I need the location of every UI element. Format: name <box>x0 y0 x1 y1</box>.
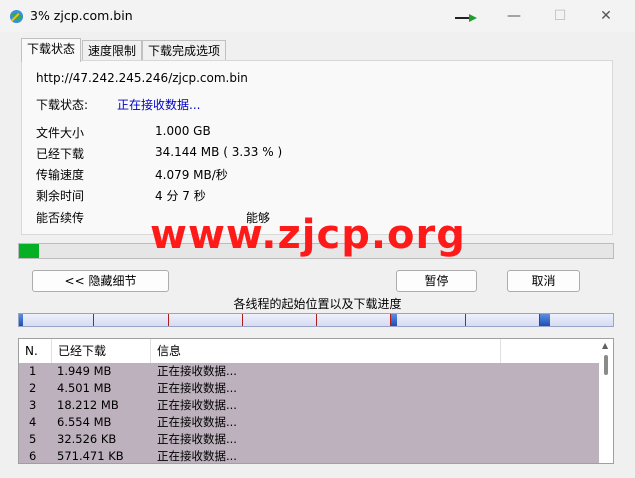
row-downloaded: 1.949 MB <box>57 364 112 378</box>
progress-fill <box>19 244 39 258</box>
minimize-button[interactable]: — <box>491 0 537 32</box>
row-number: 6 <box>29 449 37 463</box>
thread-segment-divider <box>93 314 95 326</box>
threads-label: 各线程的起始位置以及下载进度 <box>233 297 402 311</box>
resume-label: 能否续传 <box>36 211 85 225</box>
app-globe-icon <box>9 9 24 24</box>
row-number: 3 <box>29 398 37 412</box>
downloaded-value: 34.144 MB ( 3.33 % ) <box>155 145 283 159</box>
thread-table[interactable]: N. 已经下载 信息 1 1.949 MB 正在接收数据... 2 4.501 … <box>18 338 614 464</box>
thread-segment-progress <box>390 314 397 326</box>
speed-value: 4.079 MB/秒 <box>155 168 228 182</box>
table-row[interactable]: 4 6.554 MB 正在接收数据... <box>19 414 599 431</box>
hide-details-button[interactable]: << 隐藏细节 <box>32 270 169 292</box>
row-info: 正在接收数据... <box>157 415 237 429</box>
row-info: 正在接收数据... <box>157 449 237 463</box>
row-info: 正在接收数据... <box>157 364 237 378</box>
table-row[interactable]: 2 4.501 MB 正在接收数据... <box>19 380 599 397</box>
row-downloaded: 32.526 KB <box>57 432 117 446</box>
thread-segment-divider <box>241 314 243 326</box>
thread-segment-divider <box>464 314 466 326</box>
status-panel: http://47.242.245.246/zjcp.com.bin 下载状态:… <box>21 60 613 235</box>
thread-segment-progress <box>19 314 24 326</box>
title-bar[interactable]: 3% zjcp.com.bin — ☐ ✕ <box>0 0 635 32</box>
tab-download-status[interactable]: 下载状态 <box>21 38 82 62</box>
table-header: N. 已经下载 信息 <box>19 339 599 363</box>
row-info: 正在接收数据... <box>157 432 237 446</box>
row-info: 正在接收数据... <box>157 398 237 412</box>
scroll-up-arrow-icon[interactable]: ▲ <box>602 341 608 350</box>
row-downloaded: 571.471 KB <box>57 449 124 463</box>
download-url: http://47.242.245.246/zjcp.com.bin <box>36 71 248 85</box>
time-left-value: 4 分 7 秒 <box>155 189 206 203</box>
column-header-n[interactable]: N. <box>19 339 52 363</box>
row-number: 2 <box>29 381 37 395</box>
close-button[interactable]: ✕ <box>583 0 629 32</box>
table-row[interactable]: 5 32.526 KB 正在接收数据... <box>19 431 599 448</box>
status-value: 正在接收数据... <box>117 98 201 112</box>
speed-label: 传输速度 <box>36 168 85 182</box>
column-header-downloaded[interactable]: 已经下载 <box>52 339 151 363</box>
threads-progress-bar <box>18 313 614 327</box>
vertical-scrollbar[interactable]: ▲ <box>599 339 613 463</box>
table-row[interactable]: 3 18.212 MB 正在接收数据... <box>19 397 599 414</box>
row-downloaded: 4.501 MB <box>57 381 112 395</box>
file-size-value: 1.000 GB <box>155 124 211 138</box>
status-label: 下载状态: <box>36 98 89 112</box>
downloaded-label: 已经下载 <box>36 147 85 161</box>
scroll-thumb[interactable] <box>604 355 608 375</box>
row-downloaded: 18.212 MB <box>57 398 119 412</box>
tab-completion-options[interactable]: 下载完成选项 <box>142 40 227 61</box>
maximize-button[interactable]: ☐ <box>537 0 583 32</box>
window-title: 3% zjcp.com.bin <box>30 8 133 23</box>
watermark-text: www.zjcp.org <box>150 212 466 258</box>
thread-segment-divider <box>538 314 540 326</box>
row-info: 正在接收数据... <box>157 381 237 395</box>
table-row[interactable]: 1 1.949 MB 正在接收数据... <box>19 363 599 380</box>
cancel-button[interactable]: 取消 <box>507 270 580 292</box>
column-header-extra[interactable] <box>501 339 599 363</box>
column-header-info[interactable]: 信息 <box>151 339 501 363</box>
thread-segment-divider <box>390 314 392 326</box>
tab-speed-limit[interactable]: 速度限制 <box>82 40 143 61</box>
row-number: 5 <box>29 432 37 446</box>
time-left-label: 剩余时间 <box>36 189 85 203</box>
download-arrow-icon <box>455 14 477 22</box>
table-row[interactable]: 6 571.471 KB 正在接收数据... <box>19 448 599 463</box>
pause-button[interactable]: 暂停 <box>396 270 477 292</box>
table-rows: 1 1.949 MB 正在接收数据... 2 4.501 MB 正在接收数据..… <box>19 363 599 463</box>
row-number: 4 <box>29 415 37 429</box>
file-size-label: 文件大小 <box>36 126 85 140</box>
thread-segment-divider <box>316 314 317 326</box>
row-number: 1 <box>29 364 37 378</box>
thread-segment-progress <box>538 314 550 326</box>
thread-segment-divider <box>167 314 169 326</box>
row-downloaded: 6.554 MB <box>57 415 112 429</box>
